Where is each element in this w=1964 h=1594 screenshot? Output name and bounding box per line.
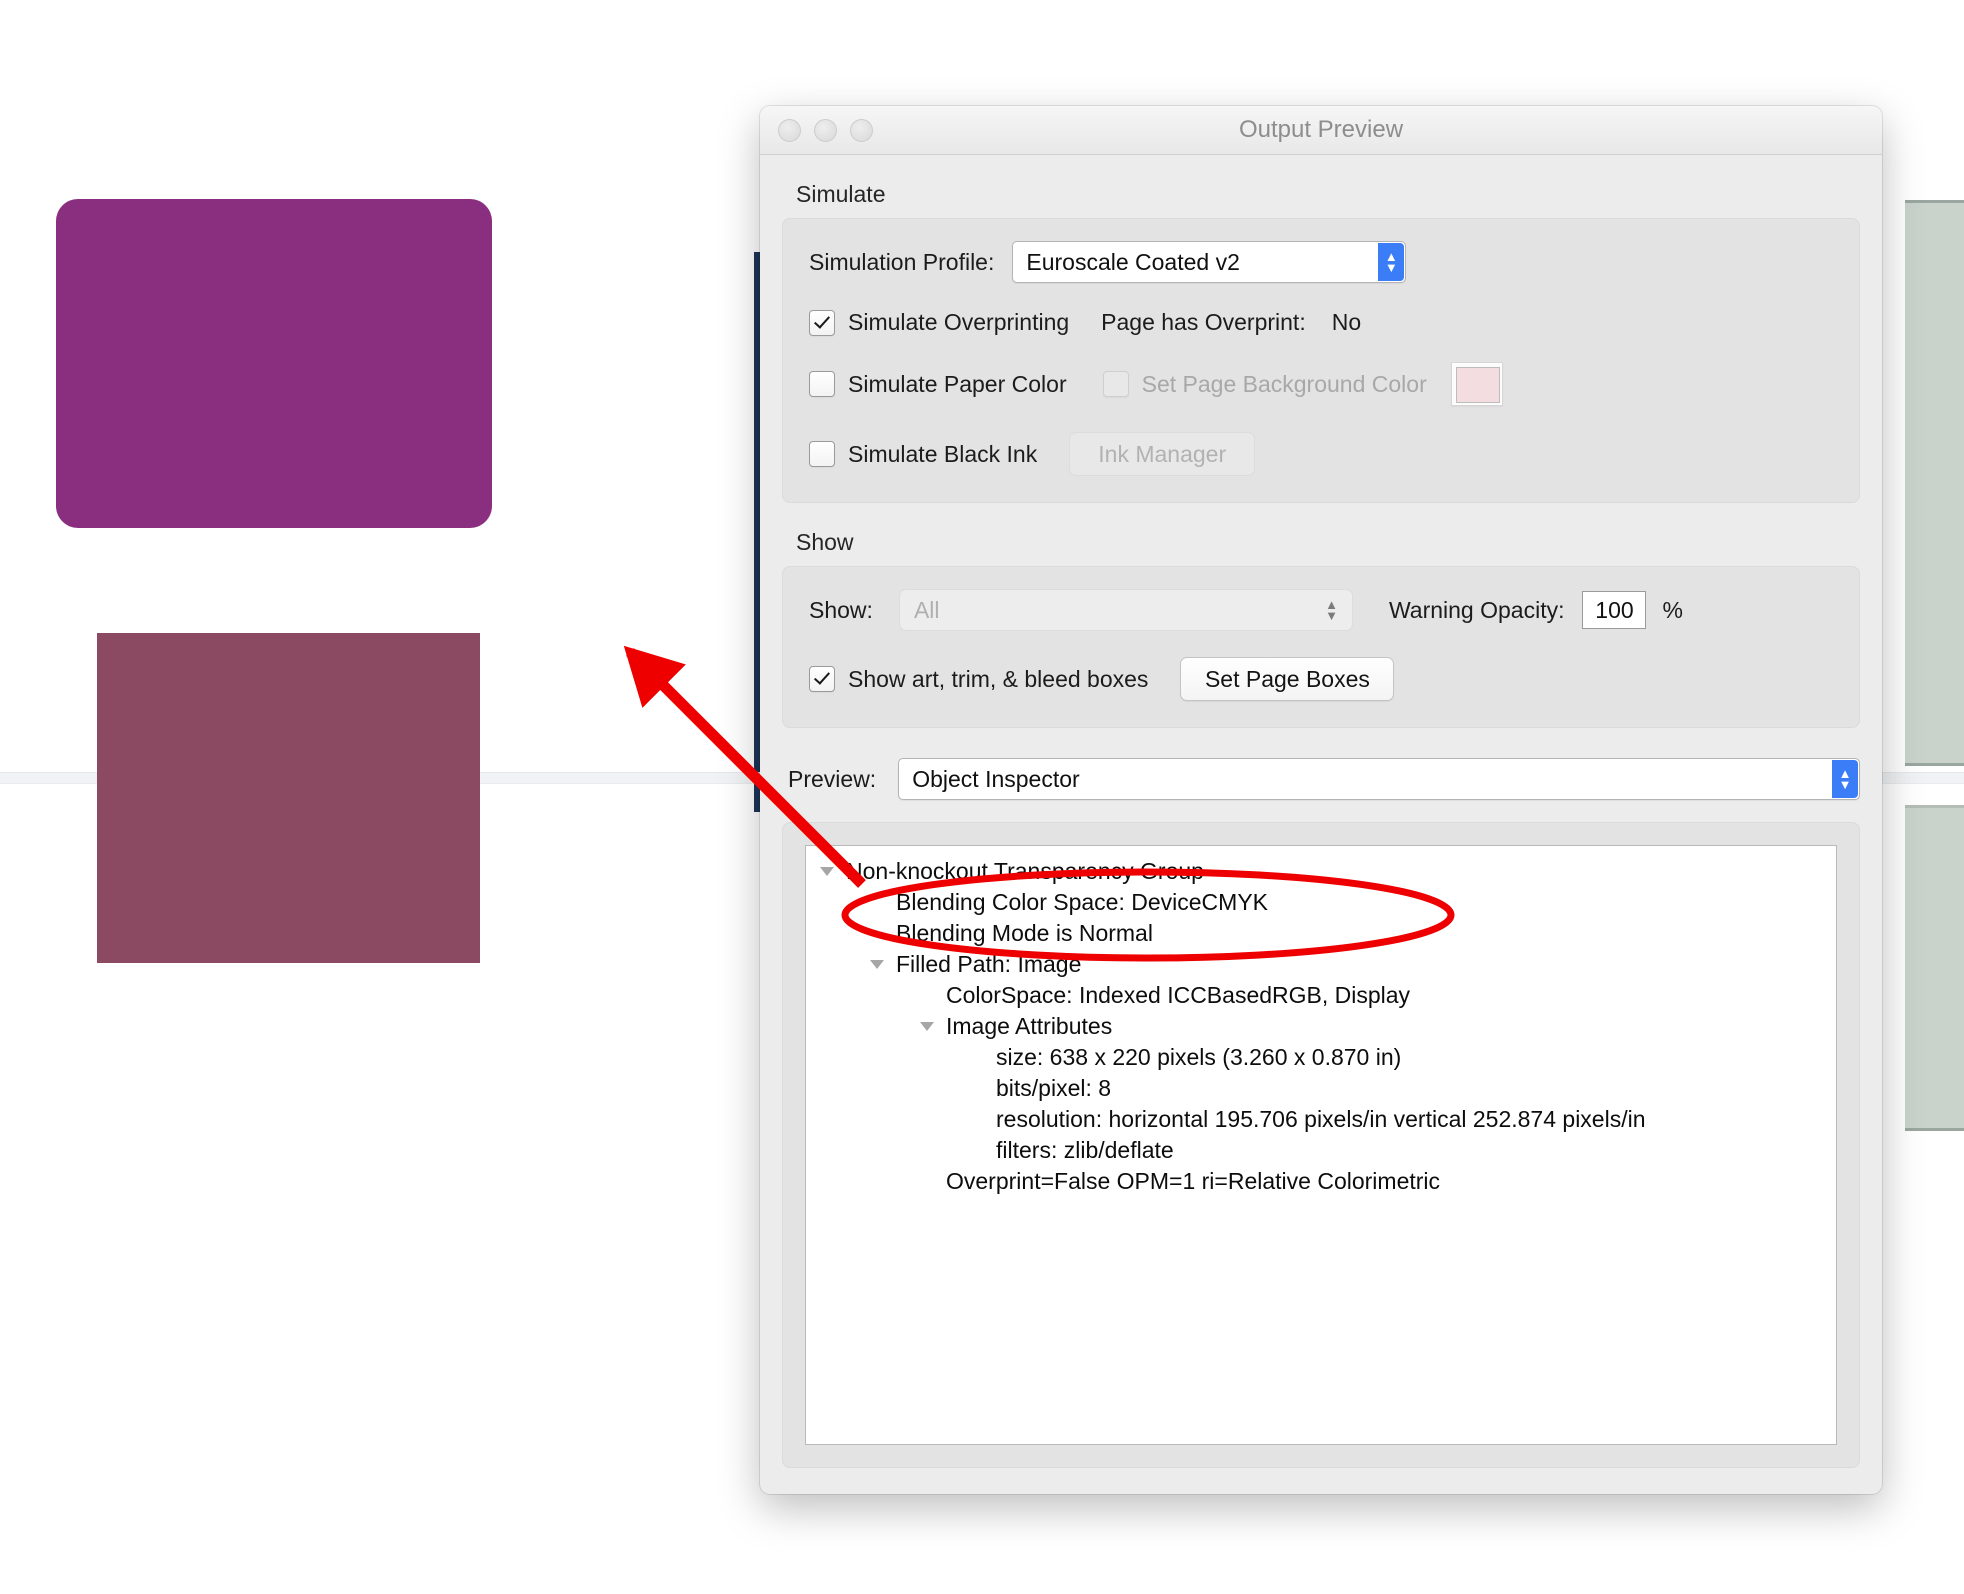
preview-mode-value: Object Inspector (899, 766, 1079, 793)
show-label: Show: (809, 597, 873, 624)
tree-row-label: size: 638 x 220 pixels (3.260 x 0.870 in… (996, 1044, 1401, 1071)
tree-row[interactable]: filters: zlib/deflate (806, 1135, 1836, 1166)
zoom-button-icon[interactable] (850, 119, 873, 142)
simulate-overprinting-label: Simulate Overprinting (848, 309, 1069, 336)
simulate-overprinting-row: Simulate Overprinting Page has Overprint… (809, 309, 1833, 336)
simulate-paper-color-checkbox[interactable] (809, 371, 835, 397)
window-body: Simulate Simulation Profile: Euroscale C… (760, 181, 1882, 1468)
tree-row[interactable]: ColorSpace: Indexed ICCBasedRGB, Display (806, 980, 1836, 1011)
minimize-button-icon[interactable] (814, 119, 837, 142)
right-document-panel (1905, 200, 1964, 766)
warning-opacity-label: Warning Opacity: (1389, 597, 1565, 624)
mauve-color-swatch (97, 633, 480, 963)
set-page-background-color-checkbox (1103, 371, 1129, 397)
tree-row-label: Blending Mode is Normal (896, 920, 1153, 947)
tree-row-label: Overprint=False OPM=1 ri=Relative Colori… (946, 1168, 1440, 1195)
preview-label: Preview: (788, 766, 876, 793)
disclosure-triangle-icon[interactable] (920, 1022, 934, 1031)
tree-row[interactable]: Blending Color Space: DeviceCMYK (806, 887, 1836, 918)
object-inspector-tree[interactable]: Non-knockout Transparency Group Blending … (805, 845, 1837, 1445)
chevron-updown-icon[interactable]: ▲▼ (1832, 760, 1858, 798)
show-row: Show: All ▲▼ Warning Opacity: 100 % (809, 589, 1833, 631)
disclosure-triangle-icon[interactable] (820, 867, 834, 876)
simulate-black-ink-checkbox[interactable] (809, 441, 835, 467)
page-has-overprint-value: No (1332, 309, 1361, 336)
disclosure-triangle-icon[interactable] (870, 960, 884, 969)
simulate-group-box: Simulation Profile: Euroscale Coated v2 … (782, 218, 1860, 503)
tree-row-label: Non-knockout Transparency Group (846, 858, 1204, 885)
tree-row-label: bits/pixel: 8 (996, 1075, 1111, 1102)
show-group-box: Show: All ▲▼ Warning Opacity: 100 % Show… (782, 566, 1860, 728)
tree-row[interactable]: size: 638 x 220 pixels (3.260 x 0.870 in… (806, 1042, 1836, 1073)
warning-opacity-input[interactable]: 100 (1582, 591, 1646, 629)
traffic-light-buttons[interactable] (778, 119, 873, 142)
simulate-paper-color-label: Simulate Paper Color (848, 371, 1067, 398)
purple-color-swatch (56, 199, 492, 528)
tree-row[interactable]: Overprint=False OPM=1 ri=Relative Colori… (806, 1166, 1836, 1197)
tree-row-label: resolution: horizontal 195.706 pixels/in… (996, 1106, 1646, 1133)
simulate-overprinting-checkbox[interactable] (809, 310, 835, 336)
show-art-trim-bleed-boxes-checkbox[interactable] (809, 666, 835, 692)
tree-row[interactable]: bits/pixel: 8 (806, 1073, 1836, 1104)
tree-row-label: ColorSpace: Indexed ICCBasedRGB, Display (946, 982, 1410, 1009)
right-document-panel-lower (1905, 805, 1964, 1131)
show-art-trim-bleed-boxes-label: Show art, trim, & bleed boxes (848, 666, 1148, 693)
tree-row[interactable]: Filled Path: Image (806, 949, 1836, 980)
chevron-updown-icon[interactable]: ▲▼ (1378, 243, 1404, 281)
simulation-profile-value: Euroscale Coated v2 (1013, 249, 1240, 276)
simulation-profile-label: Simulation Profile: (809, 249, 994, 276)
preview-row: Preview: Object Inspector ▲▼ (788, 758, 1860, 800)
chevron-updown-icon: ▲▼ (1325, 599, 1338, 621)
page-background-color-swatch (1456, 367, 1500, 403)
tree-row[interactable]: Blending Mode is Normal (806, 918, 1836, 949)
percent-symbol: % (1662, 597, 1682, 624)
tree-row[interactable]: resolution: horizontal 195.706 pixels/in… (806, 1104, 1836, 1135)
page-has-overprint-label: Page has Overprint: (1101, 309, 1306, 336)
tree-row-label: Image Attributes (946, 1013, 1112, 1040)
output-preview-window: Output Preview Simulate Simulation Profi… (760, 106, 1882, 1494)
simulate-black-ink-label: Simulate Black Ink (848, 441, 1037, 468)
simulate-black-ink-row: Simulate Black Ink Ink Manager (809, 432, 1833, 476)
set-page-background-color-label: Set Page Background Color (1142, 371, 1427, 398)
show-filter-value: All (900, 597, 940, 624)
tree-row-label: Blending Color Space: DeviceCMYK (896, 889, 1268, 916)
tree-row-label: filters: zlib/deflate (996, 1137, 1174, 1164)
tree-row-label: Filled Path: Image (896, 951, 1081, 978)
show-boxes-row: Show art, trim, & bleed boxes Set Page B… (809, 657, 1833, 701)
tree-row[interactable]: Non-knockout Transparency Group (806, 856, 1836, 887)
page-background-color-well[interactable] (1451, 362, 1503, 406)
simulate-paper-color-row: Simulate Paper Color Set Page Background… (809, 362, 1833, 406)
simulate-group-label: Simulate (796, 181, 1860, 208)
ink-manager-button: Ink Manager (1069, 432, 1255, 476)
simulation-profile-row: Simulation Profile: Euroscale Coated v2 … (809, 241, 1833, 283)
window-title: Output Preview (760, 116, 1882, 144)
simulation-profile-select[interactable]: Euroscale Coated v2 ▲▼ (1012, 241, 1406, 283)
show-filter-select: All ▲▼ (899, 589, 1353, 631)
show-group-label: Show (796, 529, 1860, 556)
object-inspector-box: Non-knockout Transparency Group Blending … (782, 822, 1860, 1468)
window-titlebar[interactable]: Output Preview (760, 106, 1882, 155)
preview-mode-select[interactable]: Object Inspector ▲▼ (898, 758, 1860, 800)
close-button-icon[interactable] (778, 119, 801, 142)
set-page-boxes-button[interactable]: Set Page Boxes (1180, 657, 1394, 701)
tree-row[interactable]: Image Attributes (806, 1011, 1836, 1042)
